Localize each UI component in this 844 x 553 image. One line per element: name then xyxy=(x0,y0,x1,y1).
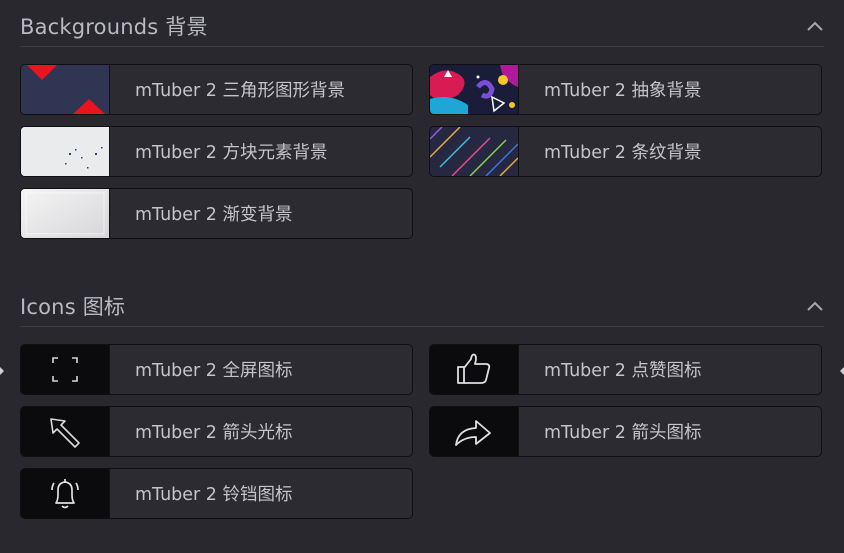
icon-item-share-arrow[interactable]: mTuber 2 箭头图标 xyxy=(429,406,822,457)
backgrounds-grid: mTuber 2 三角形图形背景 mTuber 2 抽象背景 mTuber 2 … xyxy=(20,64,822,239)
icon-item-bell[interactable]: mTuber 2 铃铛图标 xyxy=(20,468,413,519)
background-item-gradient[interactable]: mTuber 2 渐变背景 xyxy=(20,188,413,239)
right-edge-marker xyxy=(840,367,844,375)
icons-grid: mTuber 2 全屏图标 mTuber 2 点赞图标 mTuber 2 箭头光… xyxy=(20,344,822,519)
share-arrow-icon xyxy=(430,407,519,456)
thumbs-up-icon xyxy=(430,345,519,394)
icon-item-fullscreen[interactable]: mTuber 2 全屏图标 xyxy=(20,344,413,395)
left-edge-marker xyxy=(0,367,4,375)
icons-section-title: Icons 图标 xyxy=(20,295,126,319)
stripes-background-thumbnail xyxy=(430,127,519,176)
arrow-cursor-icon xyxy=(21,407,110,456)
abstract-background-thumbnail xyxy=(430,65,519,114)
background-item-label: mTuber 2 抽象背景 xyxy=(544,81,702,101)
icon-item-label: mTuber 2 点赞图标 xyxy=(544,361,702,381)
icon-item-thumbs-up[interactable]: mTuber 2 点赞图标 xyxy=(429,344,822,395)
background-item-abstract[interactable]: mTuber 2 抽象背景 xyxy=(429,64,822,115)
background-item-label: mTuber 2 方块元素背景 xyxy=(135,143,328,163)
backgrounds-section-header[interactable]: Backgrounds 背景 xyxy=(20,6,824,47)
icon-item-label: mTuber 2 箭头光标 xyxy=(135,423,293,443)
background-item-triangle[interactable]: mTuber 2 三角形图形背景 xyxy=(20,64,413,115)
chevron-up-icon[interactable] xyxy=(806,300,824,312)
fullscreen-icon xyxy=(21,345,110,394)
icon-item-label: mTuber 2 铃铛图标 xyxy=(135,485,293,505)
chevron-up-icon[interactable] xyxy=(806,20,824,32)
bell-icon xyxy=(21,469,110,518)
background-item-label: mTuber 2 渐变背景 xyxy=(135,205,293,225)
background-item-stripes[interactable]: mTuber 2 条纹背景 xyxy=(429,126,822,177)
gradient-background-thumbnail xyxy=(21,189,110,238)
backgrounds-section-title: Backgrounds 背景 xyxy=(20,15,208,39)
background-item-label: mTuber 2 条纹背景 xyxy=(544,143,702,163)
icons-section-header[interactable]: Icons 图标 xyxy=(20,286,824,327)
background-item-label: mTuber 2 三角形图形背景 xyxy=(135,81,345,101)
triangle-background-thumbnail xyxy=(21,65,110,114)
icon-item-label: mTuber 2 箭头图标 xyxy=(544,423,702,443)
icon-item-label: mTuber 2 全屏图标 xyxy=(135,361,293,381)
icon-item-arrow-cursor[interactable]: mTuber 2 箭头光标 xyxy=(20,406,413,457)
squares-background-thumbnail xyxy=(21,127,110,176)
background-item-squares[interactable]: mTuber 2 方块元素背景 xyxy=(20,126,413,177)
